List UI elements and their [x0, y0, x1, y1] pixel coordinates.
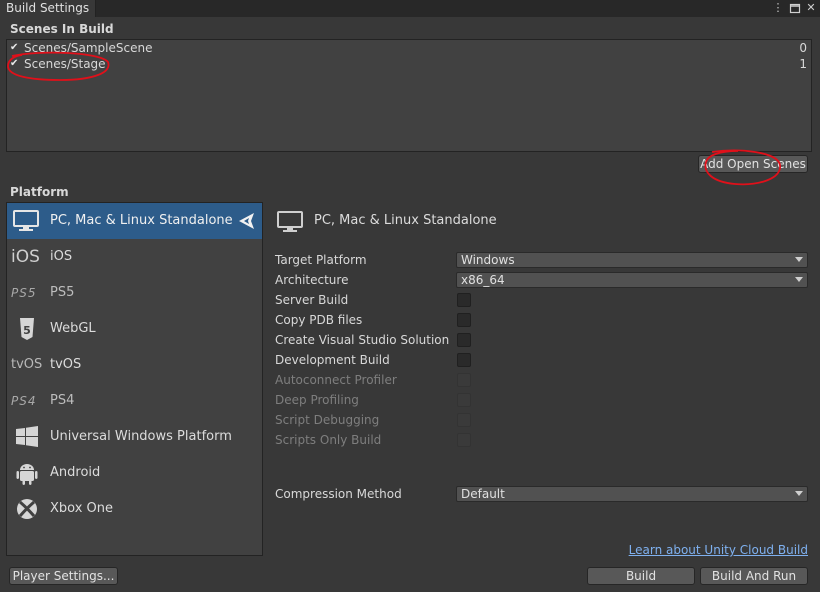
target-platform-dropdown[interactable]: Windows	[456, 252, 808, 268]
unity-logo-icon	[237, 212, 257, 230]
platform-item-tvos[interactable]: tvOS tvOS	[7, 347, 262, 383]
compression-method-label: Compression Method	[275, 487, 402, 501]
scene-checkbox[interactable]: ✔	[10, 42, 20, 54]
player-settings-button[interactable]: Player Settings...	[9, 567, 118, 585]
ios-icon: iOS	[11, 247, 40, 267]
platform-item-ios[interactable]: iOS iOS	[7, 239, 262, 275]
architecture-label: Architecture	[275, 273, 349, 287]
html5-icon-glyph: 5	[23, 324, 31, 337]
platform-label: PS5	[50, 285, 75, 300]
platform-label: Universal Windows Platform	[50, 429, 232, 444]
platform-item-uwp[interactable]: Universal Windows Platform	[7, 419, 262, 455]
compression-method-value: Default	[461, 487, 505, 501]
scenes-list[interactable]: ✔ Scenes/SampleScene 0 ✔ Scenes/Stage 1	[6, 39, 812, 152]
platform-item-standalone[interactable]: PC, Mac & Linux Standalone	[7, 203, 262, 239]
server-build-checkbox[interactable]	[457, 293, 471, 307]
window-titlebar: Build Settings ⋮ ✕	[0, 0, 820, 17]
deep-profiling-label: Deep Profiling	[275, 393, 359, 407]
tvos-icon: tvOS	[11, 357, 43, 372]
scripts-only-build-label: Scripts Only Build	[275, 433, 382, 447]
script-debugging-checkbox	[457, 413, 471, 427]
platform-list: PC, Mac & Linux Standalone iOS iOS PS5 P…	[6, 202, 263, 556]
architecture-value: x86_64	[461, 273, 505, 287]
scene-index: 1	[799, 57, 807, 71]
settings-title: PC, Mac & Linux Standalone	[314, 213, 497, 228]
scene-checkbox[interactable]: ✔	[10, 58, 20, 70]
platform-label: tvOS	[50, 357, 82, 372]
platform-header: Platform	[10, 185, 69, 199]
windows-icon	[11, 424, 43, 450]
development-build-label: Development Build	[275, 353, 390, 367]
add-open-scenes-button[interactable]: Add Open Scenes	[698, 155, 808, 173]
maximize-icon[interactable]	[789, 1, 801, 15]
window-title[interactable]: Build Settings	[0, 0, 97, 17]
platform-label: Xbox One	[50, 501, 114, 516]
scenes-header: Scenes In Build	[10, 22, 114, 36]
dropdown-arrow-icon	[795, 257, 803, 262]
platform-label: PS4	[50, 393, 75, 408]
server-build-label: Server Build	[275, 293, 349, 307]
compression-method-dropdown[interactable]: Default	[456, 486, 808, 502]
autoconnect-profiler-checkbox	[457, 373, 471, 387]
android-icon	[11, 460, 43, 486]
xbox-icon	[11, 496, 43, 522]
platform-label: iOS	[50, 249, 73, 264]
deep-profiling-checkbox	[457, 393, 471, 407]
platform-item-xbox[interactable]: Xbox One	[7, 491, 262, 527]
dropdown-arrow-icon	[795, 277, 803, 282]
platform-label: Android	[50, 465, 101, 480]
platform-item-ps4[interactable]: PS4 PS4	[7, 383, 262, 419]
script-debugging-label: Script Debugging	[275, 413, 380, 427]
platform-label: WebGL	[50, 321, 96, 336]
create-vs-solution-checkbox[interactable]	[457, 333, 471, 347]
architecture-dropdown[interactable]: x86_64	[456, 272, 808, 288]
html5-icon: 5	[11, 316, 43, 342]
scene-name: Scenes/Stage	[24, 57, 106, 71]
scene-index: 0	[799, 41, 807, 55]
platform-item-android[interactable]: Android	[7, 455, 262, 491]
platform-label: PC, Mac & Linux Standalone	[50, 213, 233, 228]
scene-row[interactable]: ✔ Scenes/Stage 1	[7, 56, 811, 72]
autoconnect-profiler-label: Autoconnect Profiler	[275, 373, 397, 387]
copy-pdb-checkbox[interactable]	[457, 313, 471, 327]
target-platform-label: Target Platform	[275, 253, 367, 267]
scene-row[interactable]: ✔ Scenes/SampleScene 0	[7, 40, 811, 56]
create-vs-solution-label: Create Visual Studio Solution	[275, 333, 450, 347]
monitor-icon	[275, 208, 307, 236]
build-button[interactable]: Build	[587, 567, 695, 585]
dropdown-arrow-icon	[795, 491, 803, 496]
development-build-checkbox[interactable]	[457, 353, 471, 367]
platform-item-webgl[interactable]: 5 WebGL	[7, 311, 262, 347]
target-platform-value: Windows	[461, 253, 515, 267]
ps5-icon: PS5	[11, 286, 37, 300]
monitor-icon	[11, 208, 43, 234]
platform-item-ps5[interactable]: PS5 PS5	[7, 275, 262, 311]
copy-pdb-label: Copy PDB files	[275, 313, 363, 327]
cloud-build-link[interactable]: Learn about Unity Cloud Build	[629, 543, 808, 557]
more-options-icon[interactable]: ⋮	[772, 1, 784, 15]
scene-name: Scenes/SampleScene	[24, 41, 153, 55]
build-and-run-button[interactable]: Build And Run	[700, 567, 808, 585]
close-icon[interactable]: ✕	[805, 1, 817, 15]
scripts-only-build-checkbox	[457, 433, 471, 447]
ps4-icon: PS4	[11, 394, 37, 408]
